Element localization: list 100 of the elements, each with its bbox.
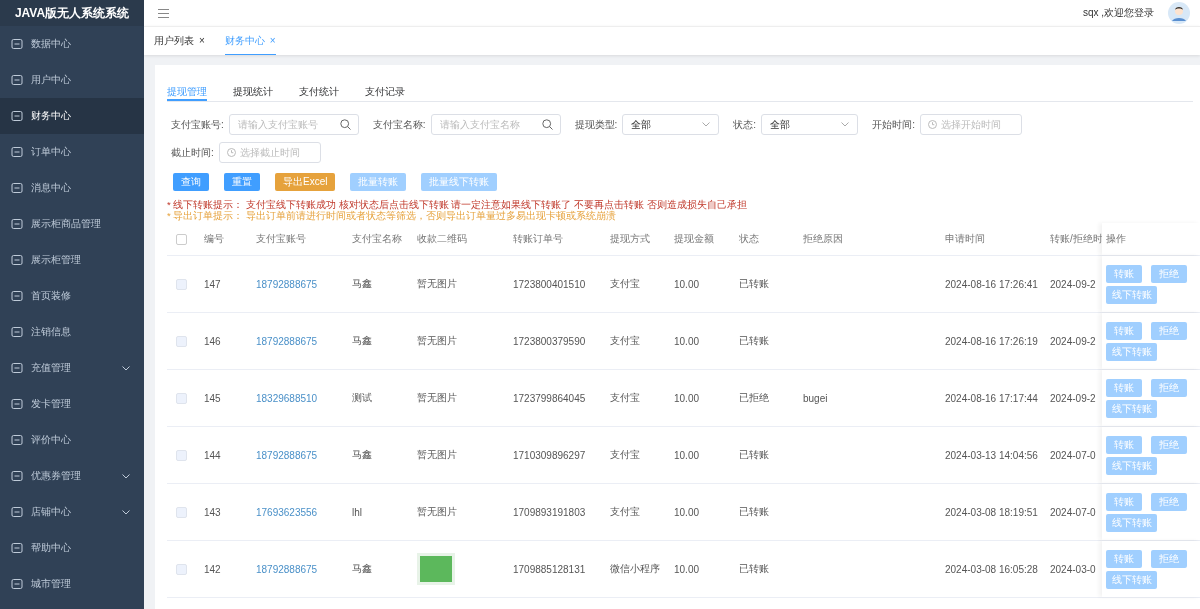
apply-time-cell: 2024-03-08 16:05:28 [945,563,1038,575]
search-field[interactable]: 请输入支付宝账号 [228,114,359,135]
page-tab[interactable]: 用户列表 × [154,27,205,55]
action-button[interactable]: 重置 [224,173,260,191]
outline-square-icon [11,434,23,446]
sidebar-item[interactable]: 消息中心 [0,170,144,206]
order-number-cell: 1723800401510 [513,278,586,290]
row-checkbox[interactable] [176,506,187,518]
sidebar-item[interactable]: 评价中心 [0,422,144,458]
sidebar-item[interactable]: 充值管理 [0,350,144,386]
select-field[interactable]: 全部 [761,114,859,135]
row-checkbox[interactable] [176,563,187,575]
name-cell: 测试 [352,391,372,405]
date-field[interactable]: 选择开始时间 [919,114,1022,135]
app-title: JAVA版无人系统系统 [0,0,144,26]
amount-cell: 10.00 [674,278,700,290]
id-cell: 144 [204,449,221,461]
id-cell: 145 [204,392,221,404]
action-button[interactable]: 查询 [173,173,209,191]
account-link[interactable]: 18792888675 [256,563,318,575]
sidebar-item[interactable]: 注销信息 [0,314,144,350]
apply-time-cell: 2024-03-08 18:19:51 [945,506,1038,518]
select-field[interactable]: 全部 [622,114,720,135]
order-number-cell: 1723800379590 [513,335,586,347]
menu-icon[interactable] [158,8,169,18]
status-cell: 已转账 [739,334,769,348]
tab[interactable]: 提现统计 [233,79,273,101]
column-header: 转账订单号 [513,232,563,246]
row-checkbox[interactable] [176,392,187,404]
tab[interactable]: 提现管理 [167,79,207,101]
close-button[interactable]: × [199,35,205,46]
account-link[interactable]: 18792888675 [256,335,318,347]
notice-text: * 导出订单提示： 导出订单前请进行时间或者状态等筛选，否则导出订单量过多易出现卡顿或系统崩溃 [167,210,617,221]
row-checkbox[interactable] [176,335,187,347]
sidebar-item[interactable]: 店铺中心 [0,494,144,530]
sidebar-item[interactable]: 首页装修 [0,278,144,314]
sidebar-item[interactable]: 发卡管理 [0,386,144,422]
outline-square-icon [11,578,23,590]
row-checkbox[interactable] [176,278,187,290]
search-icon [541,119,553,130]
clock-icon [927,120,937,129]
sidebar-item[interactable]: 展示柜管理 [0,242,144,278]
tab[interactable]: 支付记录 [365,79,405,101]
status-cell: 已转账 [739,505,769,519]
column-header: 支付宝账号 [256,232,306,246]
sidebar-item[interactable]: 财务中心 [0,98,144,134]
sidebar-item[interactable]: 优惠券管理 [0,458,144,494]
sidebar-item[interactable]: 用户中心 [0,62,144,98]
apply-time-cell: 2024-03-13 14:04:56 [945,449,1038,461]
action-button[interactable]: 导出Excel [275,173,336,191]
sidebar-item[interactable]: 帮助中心 [0,530,144,566]
outline-square-icon [11,146,23,158]
method-cell: 支付宝 [610,277,640,291]
avatar-icon[interactable] [1168,2,1190,24]
outline-square-icon [11,470,23,482]
close-button[interactable]: × [269,35,276,46]
filter-label: 提现类型: [574,117,618,132]
transfer-time-cell: 2024-09-2 [1050,278,1096,290]
method-cell: 支付宝 [610,391,640,405]
reason-cell: bugei [803,392,828,404]
column-header: 编号 [204,232,224,246]
outline-square-icon [11,38,23,50]
method-cell: 微信小程序 [610,562,660,576]
transfer-time-cell: 2024-09-2 [1050,392,1096,404]
filter-label: 开始时间: [872,117,915,132]
order-number-cell: 1709885128131 [513,563,586,575]
date-field[interactable]: 选择截止时间 [218,142,321,163]
id-cell: 142 [204,563,221,575]
sidebar-item[interactable]: 数据中心 [0,26,144,62]
search-field[interactable]: 请输入支付宝名称 [430,114,561,135]
column-header: 操作 [1106,232,1126,246]
image-placeholder [417,553,455,585]
sidebar-item[interactable]: 城市管理 [0,566,144,602]
column-header: 状态 [739,232,759,246]
no-image-text: 暂无图片 [417,391,457,405]
select-all-checkbox[interactable] [176,233,187,245]
account-link[interactable]: 17693623556 [256,506,318,518]
account-link[interactable]: 18329688510 [256,392,318,404]
apply-time-cell: 2024-08-16 17:26:41 [945,278,1038,290]
outline-square-icon [11,110,23,122]
order-number-cell: 1723799864045 [513,392,586,404]
filter-label: 支付宝账号: [171,117,224,132]
outline-square-icon [11,182,23,194]
page-tab[interactable]: 财务中心 × [224,27,276,55]
status-cell: 已拒绝 [739,391,769,405]
outline-square-icon [11,506,23,518]
apply-time-cell: 2024-08-16 17:26:19 [945,335,1038,347]
outline-square-icon [11,362,23,374]
tab[interactable]: 支付统计 [299,79,339,101]
account-link[interactable]: 18792888675 [256,449,318,461]
transfer-time-cell: 2024-03-0 [1050,563,1096,575]
clock-icon [226,148,236,157]
sidebar-item[interactable]: 订单中心 [0,134,144,170]
name-cell: lhl [352,506,362,518]
order-number-cell: 1709893191803 [513,506,586,518]
account-link[interactable]: 18792888675 [256,278,318,290]
filter-label: 截止时间: [171,145,214,160]
amount-cell: 10.00 [674,449,700,461]
sidebar-item[interactable]: 展示柜商品管理 [0,206,144,242]
row-checkbox[interactable] [176,449,187,461]
